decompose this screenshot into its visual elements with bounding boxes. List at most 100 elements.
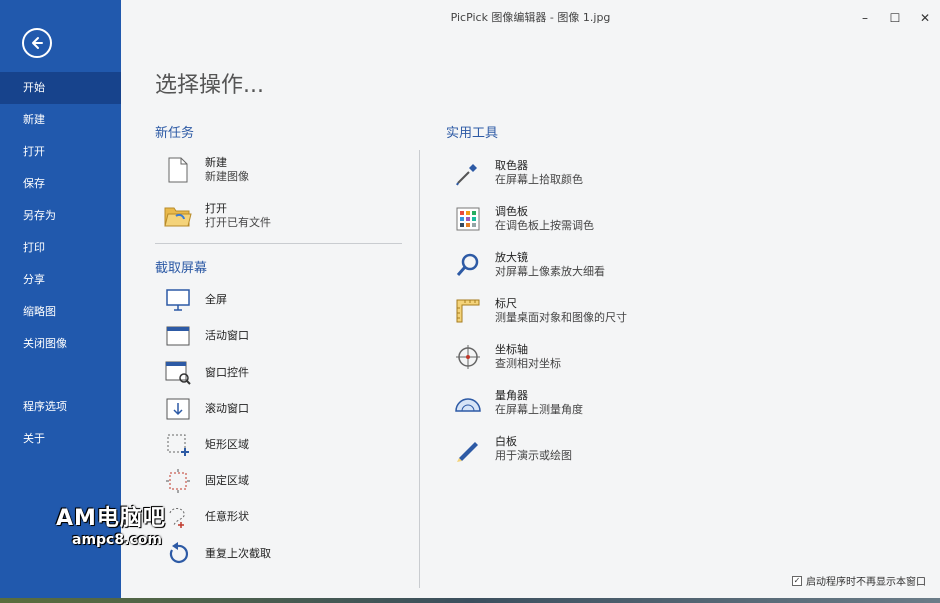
sidebar-item-close-image[interactable]: 关闭图像 xyxy=(0,328,121,360)
close-icon: ✕ xyxy=(919,11,931,25)
tool-color-picker-desc: 在屏幕上拾取颜色 xyxy=(495,173,583,186)
capture-freehand-button[interactable]: 任意形状 xyxy=(163,499,249,535)
desktop-background-strip xyxy=(0,598,940,603)
tool-ruler-button[interactable]: 标尺 测量桌面对象和图像的尺寸 xyxy=(453,293,627,329)
sidebar-item-save-as[interactable]: 另存为 xyxy=(0,200,121,232)
section-new-task-title: 新任务 xyxy=(155,126,195,141)
sidebar-item-save[interactable]: 保存 xyxy=(0,168,121,200)
new-image-desc: 新建图像 xyxy=(205,170,249,183)
capture-scroll-window-button[interactable]: 滚动窗口 xyxy=(163,391,249,427)
watermark: AM电脑吧 ampc8.com xyxy=(56,500,166,548)
sidebar-item-share[interactable]: 分享 xyxy=(0,264,121,296)
file-icon xyxy=(163,155,193,185)
monitor-icon xyxy=(163,285,193,315)
tool-protractor-text: 量角器 在屏幕上测量角度 xyxy=(495,389,583,417)
capture-rect-region-label: 矩形区域 xyxy=(205,438,249,451)
freehand-icon xyxy=(163,502,193,532)
capture-window-control-button[interactable]: 窗口控件 xyxy=(163,355,249,391)
magnifier-icon xyxy=(453,250,483,280)
tool-magnifier-label: 放大镜 xyxy=(495,251,528,264)
sidebar-item-options[interactable]: 程序选项 xyxy=(0,391,121,423)
tool-crosshair-label: 坐标轴 xyxy=(495,343,528,356)
protractor-icon xyxy=(453,388,483,418)
maximize-icon: ☐ xyxy=(889,11,901,25)
sidebar-menu: 开始 新建 打开 保存 另存为 打印 分享 缩略图 关闭图像 程序选项 关于 xyxy=(0,72,121,455)
tool-crosshair-button[interactable]: 坐标轴 查测相对坐标 xyxy=(453,339,561,375)
window-control-icon xyxy=(163,358,193,388)
capture-active-window-button[interactable]: 活动窗口 xyxy=(163,318,249,354)
new-image-text: 新建 新建图像 xyxy=(205,156,249,184)
pen-icon xyxy=(453,434,483,464)
minimize-icon: – xyxy=(862,11,868,25)
tool-magnifier-button[interactable]: 放大镜 对屏幕上像素放大细看 xyxy=(453,247,605,283)
tool-protractor-desc: 在屏幕上测量角度 xyxy=(495,403,583,416)
maximize-button[interactable]: ☐ xyxy=(880,0,910,36)
repeat-icon xyxy=(163,539,193,569)
window-icon xyxy=(163,321,193,351)
tool-whiteboard-text: 白板 用于演示或绘图 xyxy=(495,435,572,463)
open-file-button[interactable]: 打开 打开已有文件 xyxy=(163,198,271,234)
sidebar-item-about[interactable]: 关于 xyxy=(0,423,121,455)
ruler-icon xyxy=(453,296,483,326)
tool-magnifier-desc: 对屏幕上像素放大细看 xyxy=(495,265,605,278)
rect-region-icon xyxy=(163,430,193,460)
tool-protractor-label: 量角器 xyxy=(495,389,528,402)
window-controls: – ☐ ✕ xyxy=(850,0,940,36)
eyedropper-icon xyxy=(453,158,483,188)
capture-fullscreen-label: 全屏 xyxy=(205,293,227,306)
window-title: PicPick 图像编辑器 - 图像 1.jpg xyxy=(450,11,611,24)
watermark-line2: ampc8.com xyxy=(72,532,162,548)
back-button[interactable] xyxy=(22,28,52,58)
palette-icon xyxy=(453,204,483,234)
scroll-window-icon xyxy=(163,394,193,424)
minimize-button[interactable]: – xyxy=(850,0,880,36)
tool-color-picker-text: 取色器 在屏幕上拾取颜色 xyxy=(495,159,583,187)
tool-crosshair-desc: 查测相对坐标 xyxy=(495,357,561,370)
close-button[interactable]: ✕ xyxy=(910,0,940,36)
arrow-left-icon xyxy=(32,37,43,49)
capture-scroll-window-label: 滚动窗口 xyxy=(205,402,249,415)
tool-crosshair-text: 坐标轴 查测相对坐标 xyxy=(495,343,561,371)
dont-show-again-option[interactable]: ✓ 启动程序时不再显示本窗口 xyxy=(792,573,926,588)
tool-whiteboard-button[interactable]: 白板 用于演示或绘图 xyxy=(453,431,572,467)
tool-palette-label: 调色板 xyxy=(495,205,528,218)
tool-ruler-text: 标尺 测量桌面对象和图像的尺寸 xyxy=(495,297,627,325)
section-divider xyxy=(155,243,402,244)
open-file-text: 打开 打开已有文件 xyxy=(205,202,271,230)
sidebar-item-start[interactable]: 开始 xyxy=(0,72,121,104)
capture-fixed-region-button[interactable]: 固定区域 xyxy=(163,463,249,499)
tool-palette-text: 调色板 在调色板上按需调色 xyxy=(495,205,594,233)
dont-show-again-checkbox[interactable]: ✓ xyxy=(792,575,802,586)
sidebar-item-open[interactable]: 打开 xyxy=(0,136,121,168)
capture-repeat-button[interactable]: 重复上次截取 xyxy=(163,536,271,572)
tool-protractor-button[interactable]: 量角器 在屏幕上测量角度 xyxy=(453,385,583,421)
capture-repeat-label: 重复上次截取 xyxy=(205,547,271,560)
sidebar-item-new[interactable]: 新建 xyxy=(0,104,121,136)
tool-color-picker-button[interactable]: 取色器 在屏幕上拾取颜色 xyxy=(453,155,583,191)
main-content: PicPick 图像编辑器 - 图像 1.jpg – ☐ ✕ 选择操作... 新… xyxy=(121,0,940,598)
column-divider xyxy=(419,150,420,588)
capture-rect-region-button[interactable]: 矩形区域 xyxy=(163,427,249,463)
page-title: 选择操作... xyxy=(155,73,264,98)
tool-palette-desc: 在调色板上按需调色 xyxy=(495,219,594,232)
tool-whiteboard-label: 白板 xyxy=(495,435,517,448)
fixed-region-icon xyxy=(163,466,193,496)
sidebar-item-thumbnails[interactable]: 缩略图 xyxy=(0,296,121,328)
tool-ruler-label: 标尺 xyxy=(495,297,517,310)
folder-icon xyxy=(163,201,193,231)
capture-fixed-region-label: 固定区域 xyxy=(205,474,249,487)
new-image-label: 新建 xyxy=(205,156,227,169)
tool-palette-button[interactable]: 调色板 在调色板上按需调色 xyxy=(453,201,594,237)
tool-magnifier-text: 放大镜 对屏幕上像素放大细看 xyxy=(495,251,605,279)
crosshair-icon xyxy=(453,342,483,372)
capture-window-control-label: 窗口控件 xyxy=(205,366,249,379)
open-file-desc: 打开已有文件 xyxy=(205,216,271,229)
open-file-label: 打开 xyxy=(205,202,227,215)
tool-ruler-desc: 测量桌面对象和图像的尺寸 xyxy=(495,311,627,324)
sidebar-item-print[interactable]: 打印 xyxy=(0,232,121,264)
section-tools-title: 实用工具 xyxy=(446,126,499,141)
new-image-button[interactable]: 新建 新建图像 xyxy=(163,152,249,188)
capture-fullscreen-button[interactable]: 全屏 xyxy=(163,282,227,318)
tool-whiteboard-desc: 用于演示或绘图 xyxy=(495,449,572,462)
tool-color-picker-label: 取色器 xyxy=(495,159,528,172)
